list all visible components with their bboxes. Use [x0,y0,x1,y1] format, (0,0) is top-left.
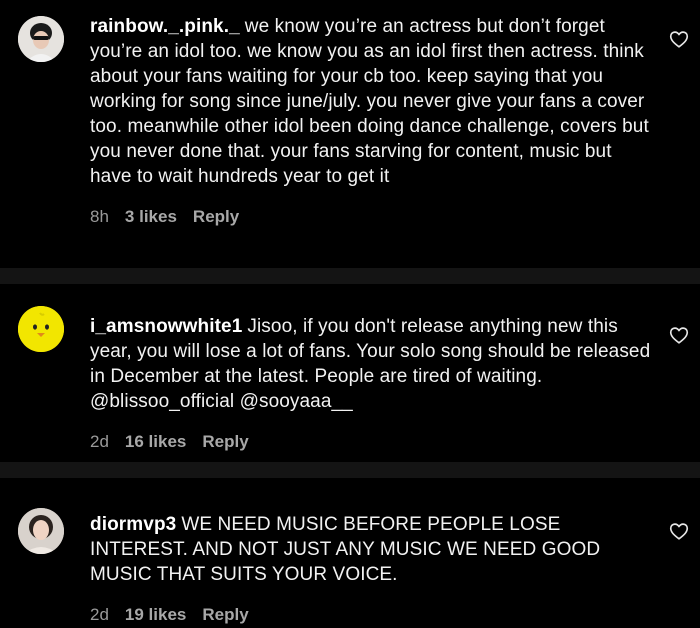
avatar-image [18,306,64,352]
reply-button[interactable]: Reply [193,207,239,227]
comment-meta: 2d 19 likes Reply [90,605,658,625]
divider [0,268,700,284]
reply-button[interactable]: Reply [202,432,248,452]
comment-likes[interactable]: 19 likes [125,605,186,625]
comment-text: we know you’re an actress but don’t forg… [90,16,649,187]
comment-time: 8h [90,207,109,226]
avatar-image [18,508,64,554]
reply-button[interactable]: Reply [202,605,248,625]
heart-outline-icon[interactable] [668,28,690,50]
heart-outline-icon[interactable] [668,520,690,542]
comment-text-block: i_amsnowwhite1 Jisoo, if you don't releas… [90,314,658,414]
avatar[interactable] [18,508,64,554]
comment-likes[interactable]: 3 likes [125,207,177,227]
comment-item: i_amsnowwhite1 Jisoo, if you don't releas… [0,284,700,462]
comment-username[interactable]: i_amsnowwhite1 [90,316,242,337]
comment-text-block: rainbow._.pink._ we know you’re an actres… [90,14,658,189]
avatar[interactable] [18,16,64,62]
comment-likes[interactable]: 16 likes [125,432,186,452]
heart-outline-icon[interactable] [668,324,690,346]
comment-meta: 8h 3 likes Reply [90,207,658,227]
divider [0,462,700,478]
comment-item: diormvp3 WE NEED MUSIC BEFORE PEOPLE LOSE… [0,478,700,628]
comment-meta: 2d 16 likes Reply [90,432,658,452]
comment-time: 2d [90,605,109,624]
comment-username[interactable]: rainbow._.pink._ [90,16,240,37]
comment-time: 2d [90,432,109,451]
comment-item: rainbow._.pink._ we know you’re an actres… [0,0,700,268]
comment-username[interactable]: diormvp3 [90,514,176,535]
avatar[interactable] [18,306,64,352]
comment-text-block: diormvp3 WE NEED MUSIC BEFORE PEOPLE LOSE… [90,512,658,587]
avatar-image [18,16,64,62]
